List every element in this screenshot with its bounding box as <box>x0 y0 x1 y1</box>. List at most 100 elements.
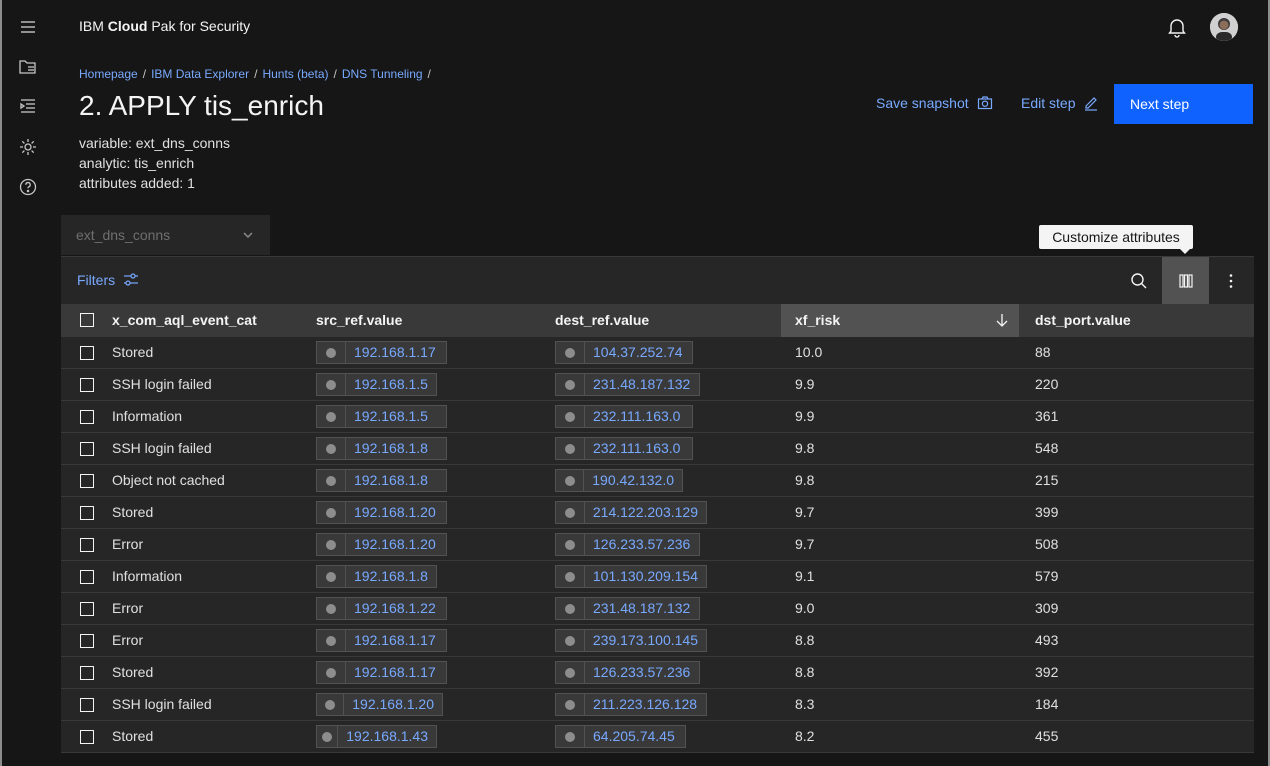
table-row[interactable]: Stored 192.168.1.20 214.122.203.129 9.7 399 <box>61 497 1254 529</box>
breadcrumb-data-explorer[interactable]: IBM Data Explorer <box>151 67 249 81</box>
data-table: x_com_aql_event_cat src_ref.value dest_r… <box>61 304 1254 753</box>
table-row[interactable]: Error 192.168.1.20 126.233.57.236 9.7 508 <box>61 529 1254 561</box>
dest-ip-tag[interactable]: 104.37.252.74 <box>555 341 693 364</box>
dest-ip-tag[interactable]: 239.173.100.145 <box>555 629 707 652</box>
table-row[interactable]: Information 192.168.1.5 232.111.163.0 9.9 36… <box>61 401 1254 433</box>
src-ip-tag[interactable]: 192.168.1.20 <box>316 501 447 524</box>
col-dest-ref[interactable]: dest_ref.value <box>555 304 649 337</box>
row-checkbox[interactable] <box>80 378 94 392</box>
cell-dst-port: 579 <box>1035 568 1059 584</box>
status-dot-icon <box>565 379 575 390</box>
row-checkbox[interactable] <box>80 346 94 360</box>
dataset-dropdown[interactable]: ext_dns_conns <box>61 215 270 255</box>
row-checkbox[interactable] <box>80 698 94 712</box>
row-checkbox[interactable] <box>80 474 94 488</box>
col-event-cat[interactable]: x_com_aql_event_cat <box>112 304 257 337</box>
src-ip-tag[interactable]: 192.168.1.43 <box>316 725 437 748</box>
row-checkbox[interactable] <box>80 538 94 552</box>
table-row[interactable]: SSH login failed 192.168.1.8 232.111.163.0… <box>61 433 1254 465</box>
sliders-icon <box>124 273 139 286</box>
table-row[interactable]: Stored 192.168.1.17 104.37.252.74 10.0 88 <box>61 337 1254 369</box>
breadcrumb-homepage[interactable]: Homepage <box>79 67 138 81</box>
filters-button[interactable]: Filters <box>77 272 139 288</box>
cell-event-cat: SSH login failed <box>112 440 212 456</box>
folder-list-icon[interactable] <box>17 56 39 78</box>
dest-ip-tag[interactable]: 64.205.74.45 <box>555 725 686 748</box>
cell-event-cat: Stored <box>112 728 154 744</box>
src-ip-tag[interactable]: 192.168.1.8 <box>316 565 437 588</box>
row-checkbox[interactable] <box>80 666 94 680</box>
src-ip-tag[interactable]: 192.168.1.17 <box>316 341 447 364</box>
cell-xf-risk: 8.2 <box>795 728 815 744</box>
save-snapshot-button[interactable]: Save snapshot <box>876 95 993 111</box>
table-row[interactable]: Information 192.168.1.8 101.130.209.154 9.1… <box>61 561 1254 593</box>
col-xf-risk[interactable]: xf_risk <box>781 304 1019 337</box>
row-checkbox[interactable] <box>80 442 94 456</box>
status-dot-icon <box>326 603 336 614</box>
customize-columns-button[interactable] <box>1162 257 1209 304</box>
table-row[interactable]: Object not cached 192.168.1.8 190.42.132.0… <box>61 465 1254 497</box>
next-step-button[interactable]: Next step <box>1114 84 1253 124</box>
cell-dst-port: 184 <box>1035 696 1059 712</box>
overflow-menu-icon[interactable] <box>1221 271 1241 291</box>
table-row[interactable]: Stored 192.168.1.17 126.233.57.236 8.8 392 <box>61 657 1254 689</box>
status-dot-icon <box>565 347 575 358</box>
row-checkbox[interactable] <box>80 634 94 648</box>
table-row[interactable]: Error 192.168.1.22 231.48.187.132 9.0 309 <box>61 593 1254 625</box>
src-ip-tag[interactable]: 192.168.1.22 <box>316 597 447 620</box>
row-checkbox[interactable] <box>80 570 94 584</box>
src-ip-tag[interactable]: 192.168.1.5 <box>316 405 447 428</box>
dest-ip-tag[interactable]: 211.223.126.128 <box>555 693 707 716</box>
gear-icon[interactable] <box>17 136 39 158</box>
status-dot-icon <box>565 443 575 454</box>
breadcrumb-dns-tunneling[interactable]: DNS Tunneling <box>342 67 423 81</box>
avatar[interactable] <box>1210 13 1238 41</box>
table-row[interactable]: Stored 192.168.1.43 64.205.74.45 8.2 455 <box>61 721 1254 753</box>
cell-dst-port: 548 <box>1035 440 1059 456</box>
cell-dst-port: 392 <box>1035 664 1059 680</box>
col-dst-port[interactable]: dst_port.value <box>1035 304 1131 337</box>
dest-ip-tag[interactable]: 126.233.57.236 <box>555 661 700 684</box>
cell-dst-port: 493 <box>1035 632 1059 648</box>
product-name[interactable]: IBM Cloud Pak for Security <box>79 18 250 34</box>
table-row[interactable]: SSH login failed 192.168.1.20 211.223.126.… <box>61 689 1254 721</box>
row-checkbox[interactable] <box>80 410 94 424</box>
edit-step-button[interactable]: Edit step <box>1021 95 1099 111</box>
row-checkbox[interactable] <box>80 506 94 520</box>
dest-ip-tag[interactable]: 101.130.209.154 <box>555 565 707 588</box>
src-ip-tag[interactable]: 192.168.1.5 <box>316 373 437 396</box>
indent-list-icon[interactable] <box>17 95 39 117</box>
dest-ip-tag[interactable]: 231.48.187.132 <box>555 373 700 396</box>
row-checkbox[interactable] <box>80 602 94 616</box>
table-row[interactable]: Error 192.168.1.17 239.173.100.145 8.8 493 <box>61 625 1254 657</box>
row-checkbox[interactable] <box>80 730 94 744</box>
src-ip-tag[interactable]: 192.168.1.17 <box>316 629 447 652</box>
dest-ip-tag[interactable]: 231.48.187.132 <box>555 597 700 620</box>
dest-ip-tag[interactable]: 190.42.132.0 <box>555 469 683 492</box>
cell-xf-risk: 10.0 <box>795 344 823 360</box>
menu-icon[interactable] <box>17 16 39 38</box>
dest-ip-tag[interactable]: 232.111.163.0 <box>555 437 693 460</box>
col-src-ref[interactable]: src_ref.value <box>316 304 402 337</box>
src-ip-tag[interactable]: 192.168.1.17 <box>316 661 447 684</box>
dest-ip: 101.130.209.154 <box>592 568 698 584</box>
breadcrumb-hunts[interactable]: Hunts (beta) <box>262 67 328 81</box>
cell-event-cat: Stored <box>112 504 154 520</box>
src-ip-tag[interactable]: 192.168.1.8 <box>316 437 447 460</box>
cell-dst-port: 361 <box>1035 408 1059 424</box>
dest-ip-tag[interactable]: 126.233.57.236 <box>555 533 700 556</box>
src-ip-tag[interactable]: 192.168.1.20 <box>316 533 447 556</box>
breadcrumb: Homepage / IBM Data Explorer / Hunts (beta… <box>79 67 431 81</box>
dest-ip-tag[interactable]: 214.122.203.129 <box>555 501 707 524</box>
src-ip-tag[interactable]: 192.168.1.20 <box>316 693 443 716</box>
bell-icon[interactable] <box>1166 16 1188 38</box>
table-row[interactable]: SSH login failed 192.168.1.5 231.48.187.13… <box>61 369 1254 401</box>
src-ip: 192.168.1.20 <box>354 504 436 520</box>
select-all-checkbox[interactable] <box>80 313 94 327</box>
search-icon[interactable] <box>1129 271 1149 291</box>
dest-ip: 214.122.203.129 <box>592 504 698 520</box>
help-icon[interactable] <box>17 176 39 198</box>
src-ip-tag[interactable]: 192.168.1.8 <box>316 469 447 492</box>
dest-ip-tag[interactable]: 232.111.163.0 <box>555 405 693 428</box>
src-ip: 192.168.1.8 <box>354 568 428 584</box>
